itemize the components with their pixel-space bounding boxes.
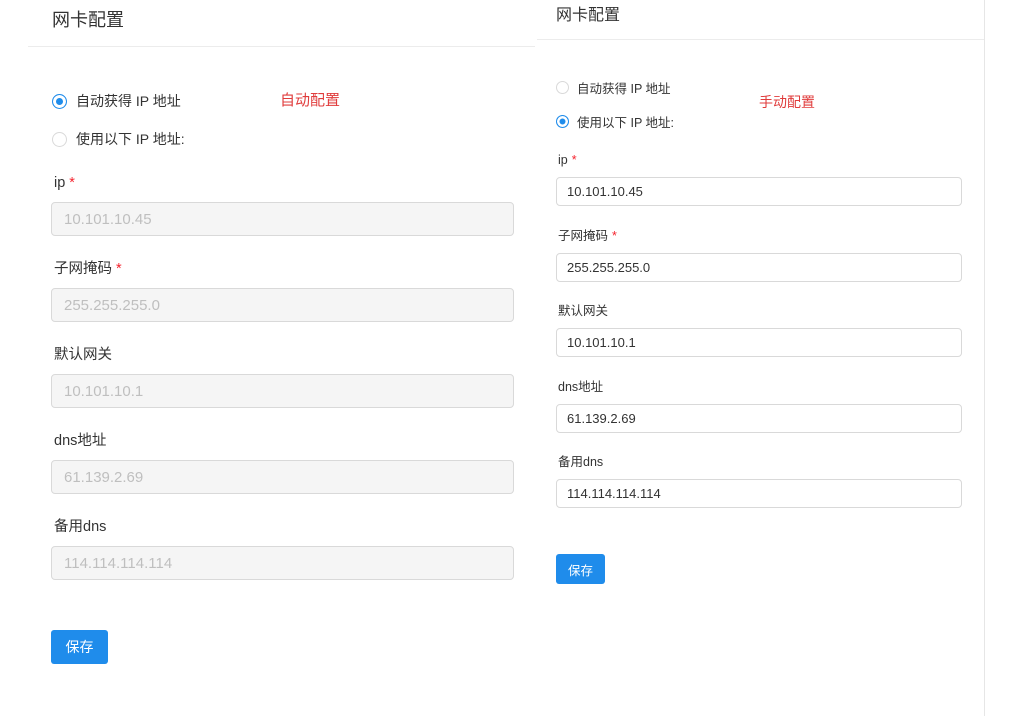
ip-input[interactable]	[556, 177, 962, 206]
field-label-text: 备用dns	[54, 519, 107, 535]
field-label-text: 默认网关	[558, 304, 609, 318]
dns-label: dns地址*	[51, 431, 535, 451]
required-asterisk: *	[69, 175, 75, 191]
field-label-text: 备用dns	[558, 455, 604, 469]
field-label-text: 默认网关	[54, 347, 112, 363]
radio-static-ip[interactable]	[556, 114, 569, 128]
field-label-text: ip	[558, 153, 568, 167]
subnet-mask-input[interactable]	[556, 252, 962, 282]
field-label-text: dns地址	[54, 433, 107, 449]
network-form: ip* 子网掩码* 默认网关* dns地址* 备用dns*	[537, 151, 984, 508]
radio-label: 自动获得 IP 地址	[577, 81, 671, 96]
field-ip: ip *	[556, 151, 984, 206]
subnet-mask-label: 子网掩码 *	[51, 259, 535, 279]
radio-label: 使用以下 IP 地址:	[76, 131, 185, 147]
backup-dns-label: 备用dns*	[51, 517, 535, 537]
save-button[interactable]: 保存	[51, 630, 108, 664]
default-gateway-label: 默认网关*	[556, 302, 984, 320]
radio-option-static-ip[interactable]: 使用以下 IP 地址:	[556, 111, 984, 131]
field-backup-dns: 备用dns*	[51, 517, 535, 580]
field-default-gateway: 默认网关*	[556, 302, 984, 357]
dns-input	[51, 460, 514, 494]
default-gateway-label: 默认网关*	[51, 345, 535, 365]
field-backup-dns: 备用dns*	[556, 453, 984, 508]
field-subnet-mask: 子网掩码 *	[51, 259, 535, 322]
subnet-mask-label: 子网掩码 *	[556, 227, 984, 245]
radio-static-ip[interactable]	[52, 131, 67, 147]
manual-config-panel: 网卡配置 手动配置 自动获得 IP 地址 使用以下 IP 地址: ip* 子网掩…	[537, 0, 985, 716]
radio-label: 使用以下 IP 地址:	[577, 115, 675, 130]
field-label-text: dns地址	[558, 379, 604, 394]
ip-input	[51, 202, 514, 236]
required-asterisk: *	[116, 261, 122, 277]
field-dns: dns地址*	[556, 378, 984, 433]
radio-auto-ip[interactable]	[556, 80, 569, 94]
radio-label: 自动获得 IP 地址	[76, 93, 181, 109]
ip-label: ip *	[556, 151, 984, 169]
field-dns: dns地址*	[51, 431, 535, 494]
field-label-text: ip	[54, 175, 66, 191]
radio-option-static-ip[interactable]: 使用以下 IP 地址:	[52, 127, 535, 151]
field-label-text: 子网掩码	[558, 228, 609, 243]
panel-title: 网卡配置	[556, 7, 621, 24]
backup-dns-input[interactable]	[556, 479, 962, 508]
backup-dns-input	[51, 546, 514, 580]
save-button[interactable]: 保存	[556, 554, 605, 584]
mode-annotation: 自动配置	[280, 92, 341, 109]
page: 网卡配置 自动配置 自动获得 IP 地址 使用以下 IP 地址: ip* 子网掩…	[0, 0, 1030, 716]
subnet-mask-input	[51, 288, 514, 322]
required-asterisk: *	[571, 153, 577, 167]
field-ip: ip *	[51, 173, 535, 236]
panel-header: 网卡配置	[28, 0, 535, 47]
default-gateway-input[interactable]	[556, 328, 962, 357]
panel-title: 网卡配置	[52, 10, 124, 30]
default-gateway-input	[51, 374, 514, 408]
backup-dns-label: 备用dns*	[556, 453, 984, 471]
field-default-gateway: 默认网关*	[51, 345, 535, 408]
panel-header: 网卡配置	[537, 0, 984, 40]
dns-input[interactable]	[556, 403, 962, 433]
ip-label: ip *	[51, 173, 535, 193]
mode-annotation: 手动配置	[759, 94, 815, 110]
network-form: ip* 子网掩码* 默认网关* dns地址* 备用dns*	[28, 173, 535, 580]
field-subnet-mask: 子网掩码 *	[556, 227, 984, 282]
field-label-text: 子网掩码	[54, 261, 112, 277]
dns-label: dns地址*	[556, 378, 984, 396]
auto-config-panel: 网卡配置 自动配置 自动获得 IP 地址 使用以下 IP 地址: ip* 子网掩…	[28, 0, 535, 716]
required-asterisk: *	[612, 228, 617, 243]
radio-auto-ip[interactable]	[52, 93, 67, 109]
